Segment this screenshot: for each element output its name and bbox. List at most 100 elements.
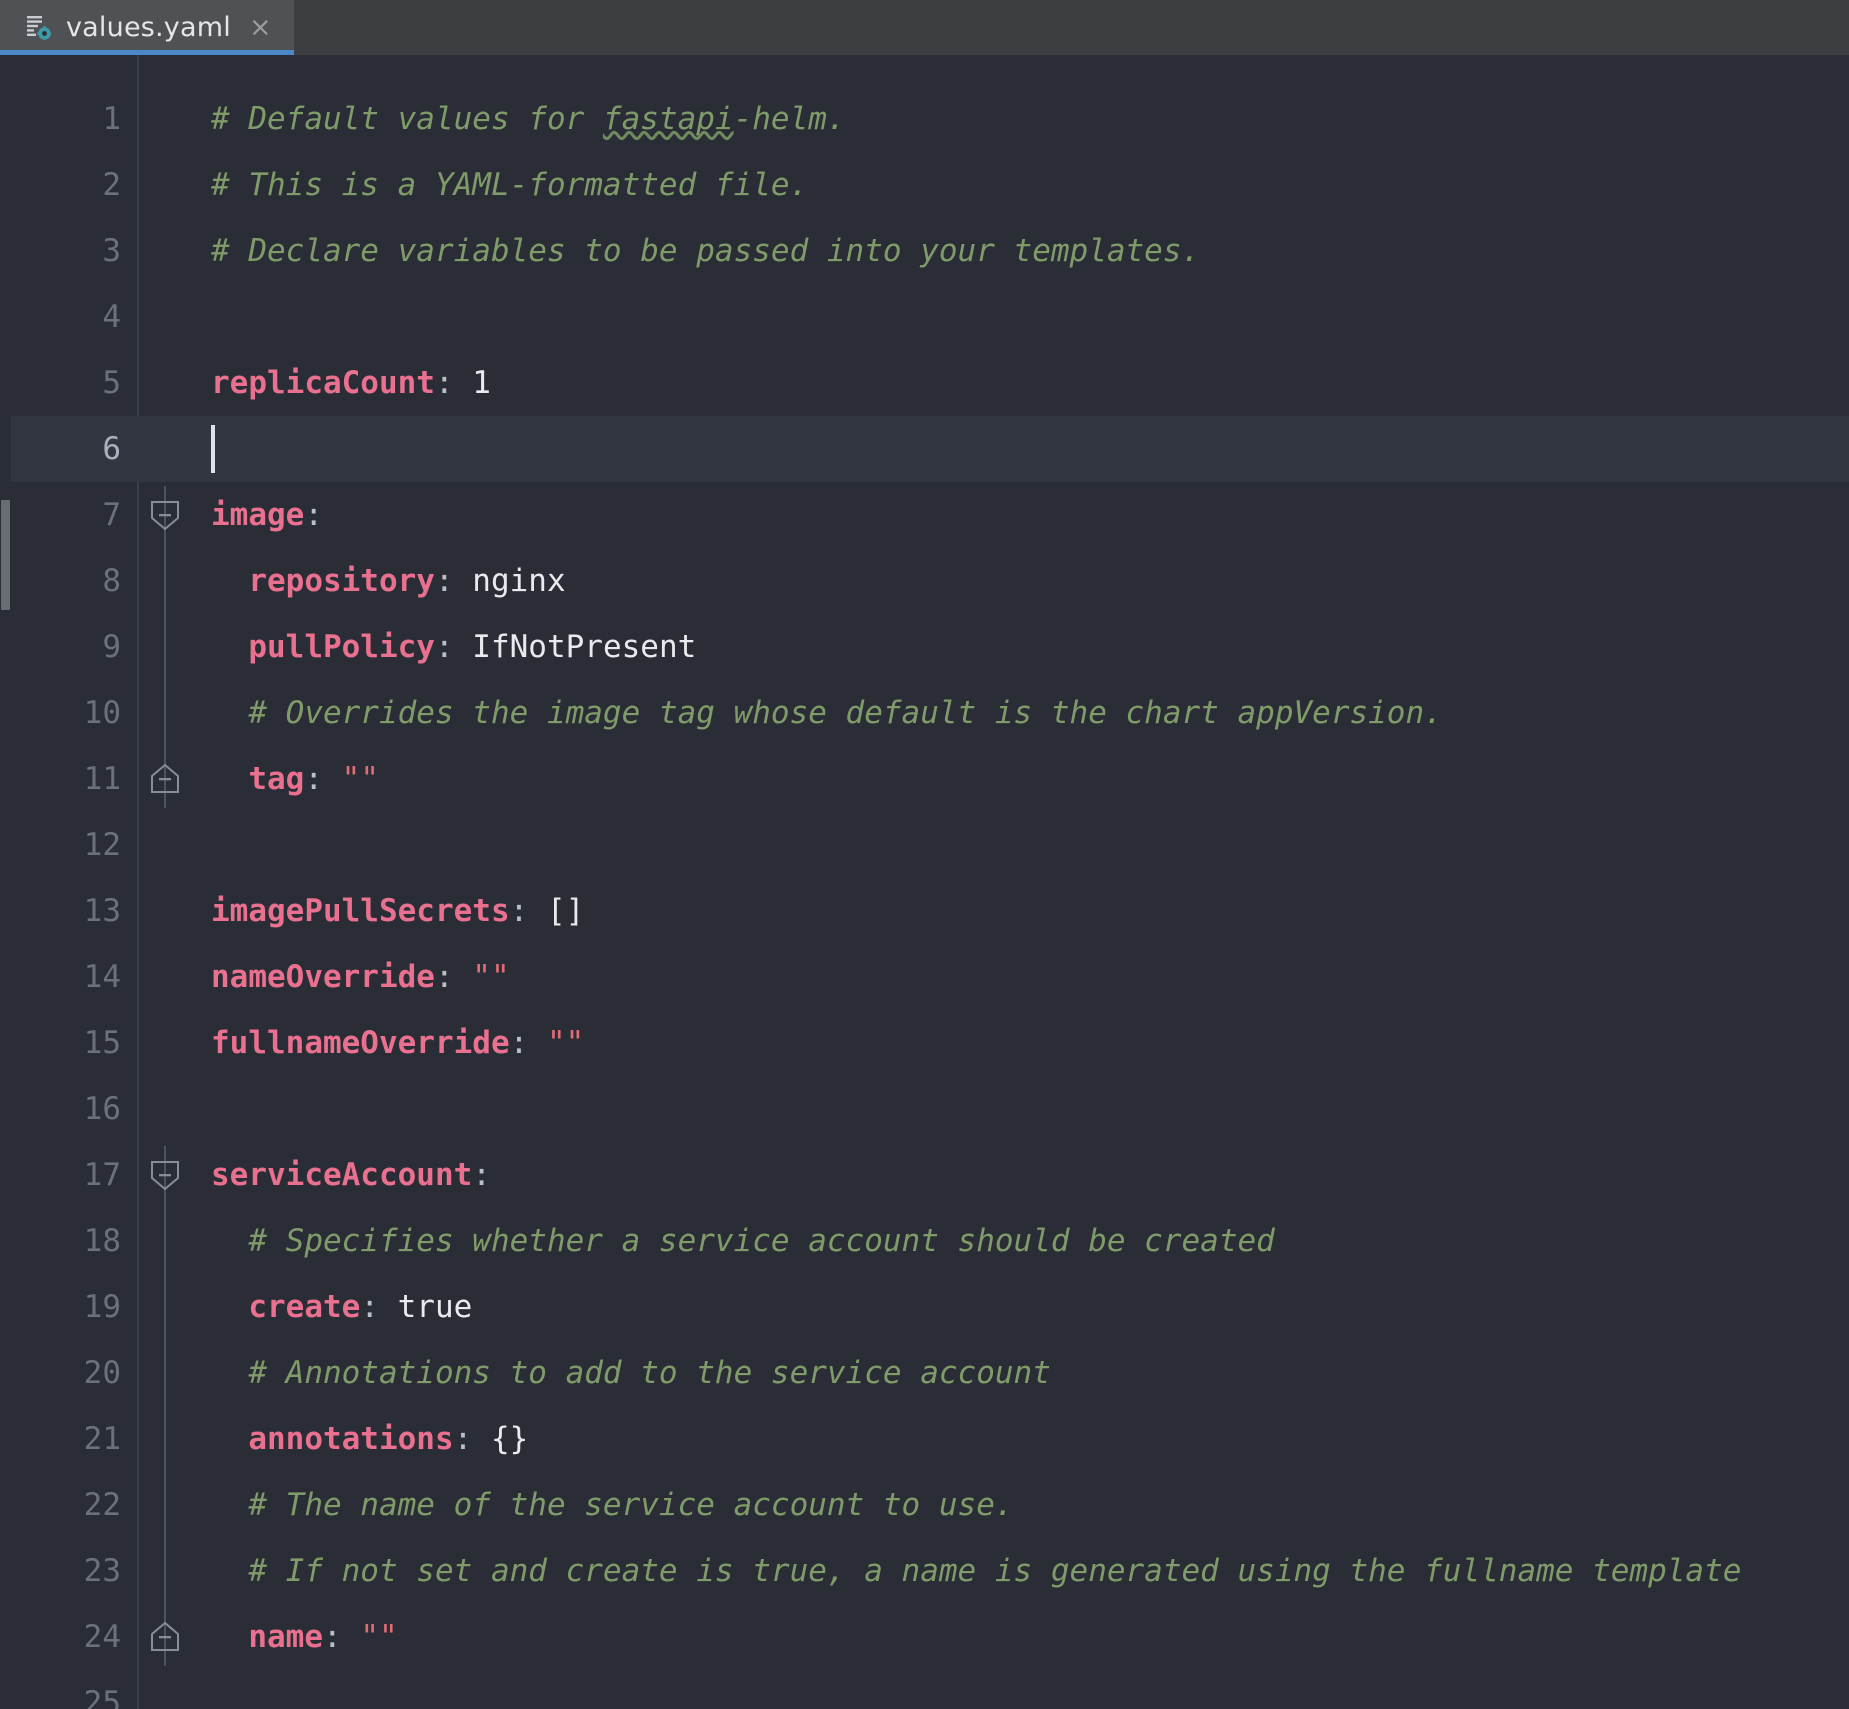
line-number[interactable]: 11 — [21, 746, 121, 812]
token-key: image — [211, 497, 304, 533]
token-key: name — [211, 1619, 323, 1655]
editor-tab-bar: values.yaml × — [0, 0, 1849, 55]
code-folding-column[interactable] — [139, 55, 191, 1709]
line-number[interactable]: 20 — [21, 1340, 121, 1406]
token-value: 1 — [454, 365, 491, 401]
line-number[interactable]: 19 — [21, 1274, 121, 1340]
token-key: replicaCount — [211, 365, 435, 401]
line-number[interactable]: 7 — [21, 482, 121, 548]
token-value: {} — [472, 1421, 528, 1457]
fold-collapse-up-icon[interactable] — [147, 1620, 183, 1654]
code-line[interactable]: create: true — [211, 1274, 472, 1340]
fold-collapse-down-icon[interactable] — [147, 1158, 183, 1192]
line-number[interactable]: 18 — [21, 1208, 121, 1274]
token-punct: : — [510, 1025, 529, 1061]
close-icon[interactable]: × — [245, 12, 276, 43]
tab-bar-empty-area — [294, 0, 1849, 55]
code-line[interactable]: serviceAccount: — [211, 1142, 491, 1208]
code-line[interactable]: # If not set and create is true, a name … — [211, 1538, 1741, 1604]
token-comment: # Overrides the image tag whose default … — [211, 695, 1443, 731]
token-comment: # Declare variables to be passed into yo… — [211, 233, 1200, 269]
code-line[interactable]: # This is a YAML-formatted file. — [211, 152, 808, 218]
token-comment: # Default values for — [211, 101, 603, 137]
line-number[interactable]: 14 — [21, 944, 121, 1010]
line-number[interactable]: 5 — [21, 350, 121, 416]
line-number[interactable]: 1 — [21, 86, 121, 152]
line-number[interactable]: 21 — [21, 1406, 121, 1472]
token-string: "" — [323, 761, 379, 797]
token-punct: : — [360, 1289, 379, 1325]
code-line[interactable]: name: "" — [211, 1604, 398, 1670]
code-line[interactable]: fullnameOverride: "" — [211, 1010, 584, 1076]
line-number[interactable]: 9 — [21, 614, 121, 680]
token-punct: : — [435, 563, 454, 599]
token-string: "" — [342, 1619, 398, 1655]
code-line[interactable]: # Annotations to add to the service acco… — [211, 1340, 1051, 1406]
token-comment: # The name of the service account to use… — [211, 1487, 1014, 1523]
code-line[interactable]: # Specifies whether a service account sh… — [211, 1208, 1275, 1274]
line-number[interactable]: 16 — [21, 1076, 121, 1142]
line-number-gutter: 1234567891011121314151617181920212223242… — [11, 55, 139, 1709]
code-content-area[interactable]: # Default values for fastapi-helm. # This… — [191, 55, 1849, 1709]
token-string: "" — [528, 1025, 584, 1061]
code-line[interactable]: # Overrides the image tag whose default … — [211, 680, 1443, 746]
current-line-highlight-fold — [139, 416, 191, 482]
token-comment: # Annotations to add to the service acco… — [211, 1355, 1051, 1391]
line-number[interactable]: 13 — [21, 878, 121, 944]
token-key: pullPolicy — [211, 629, 435, 665]
code-line[interactable]: image: — [211, 482, 323, 548]
token-punct: : — [435, 959, 454, 995]
token-key: fullnameOverride — [211, 1025, 510, 1061]
spellcheck-word: fastapi — [603, 101, 734, 137]
code-line[interactable]: repository: nginx — [211, 548, 566, 614]
tab-values-yaml[interactable]: values.yaml × — [0, 0, 294, 55]
line-number[interactable]: 22 — [21, 1472, 121, 1538]
code-line[interactable]: annotations: {} — [211, 1406, 528, 1472]
line-number[interactable]: 4 — [21, 284, 121, 350]
yaml-file-icon — [26, 14, 52, 42]
code-editor[interactable]: 1234567891011121314151617181920212223242… — [0, 55, 1849, 1709]
line-number[interactable]: 17 — [21, 1142, 121, 1208]
token-punct: : — [510, 893, 529, 929]
line-number[interactable]: 25 — [21, 1670, 121, 1709]
token-value: IfNotPresent — [454, 629, 697, 665]
current-line-highlight — [191, 416, 1849, 482]
token-key: tag — [211, 761, 304, 797]
fold-collapse-up-icon[interactable] — [147, 762, 183, 796]
token-value: [] — [528, 893, 584, 929]
fold-guide-line — [164, 486, 166, 808]
scroll-marker[interactable] — [1, 500, 10, 610]
code-line[interactable]: # Default values for fastapi-helm. — [211, 86, 846, 152]
code-line[interactable]: # The name of the service account to use… — [211, 1472, 1014, 1538]
token-value: true — [379, 1289, 472, 1325]
tab-title: values.yaml — [66, 12, 231, 43]
code-line[interactable]: imagePullSecrets: [] — [211, 878, 584, 944]
code-line[interactable]: tag: "" — [211, 746, 379, 812]
fold-collapse-down-icon[interactable] — [147, 498, 183, 532]
line-number[interactable]: 8 — [21, 548, 121, 614]
token-punct: : — [304, 761, 323, 797]
line-number[interactable]: 23 — [21, 1538, 121, 1604]
line-number[interactable]: 12 — [21, 812, 121, 878]
token-punct: : — [323, 1619, 342, 1655]
line-number[interactable]: 15 — [21, 1010, 121, 1076]
editor-left-scroll-stripe[interactable] — [0, 55, 11, 1709]
code-line[interactable]: # Declare variables to be passed into yo… — [211, 218, 1200, 284]
line-number[interactable]: 10 — [21, 680, 121, 746]
token-punct: : — [304, 497, 323, 533]
line-number[interactable]: 24 — [21, 1604, 121, 1670]
token-key: annotations — [211, 1421, 454, 1457]
token-string: "" — [454, 959, 510, 995]
token-comment: # This is a YAML-formatted file. — [211, 167, 808, 203]
line-number[interactable]: 6 — [21, 416, 121, 482]
fold-guide-line — [164, 1146, 166, 1666]
line-number[interactable]: 3 — [21, 218, 121, 284]
code-line[interactable]: nameOverride: "" — [211, 944, 510, 1010]
token-comment: -helm. — [734, 101, 846, 137]
code-line[interactable]: pullPolicy: IfNotPresent — [211, 614, 696, 680]
line-number[interactable]: 2 — [21, 152, 121, 218]
token-comment: # If not set and create is true, a name … — [211, 1553, 1741, 1589]
token-punct: : — [435, 365, 454, 401]
code-line[interactable]: replicaCount: 1 — [211, 350, 491, 416]
text-caret — [211, 425, 215, 473]
